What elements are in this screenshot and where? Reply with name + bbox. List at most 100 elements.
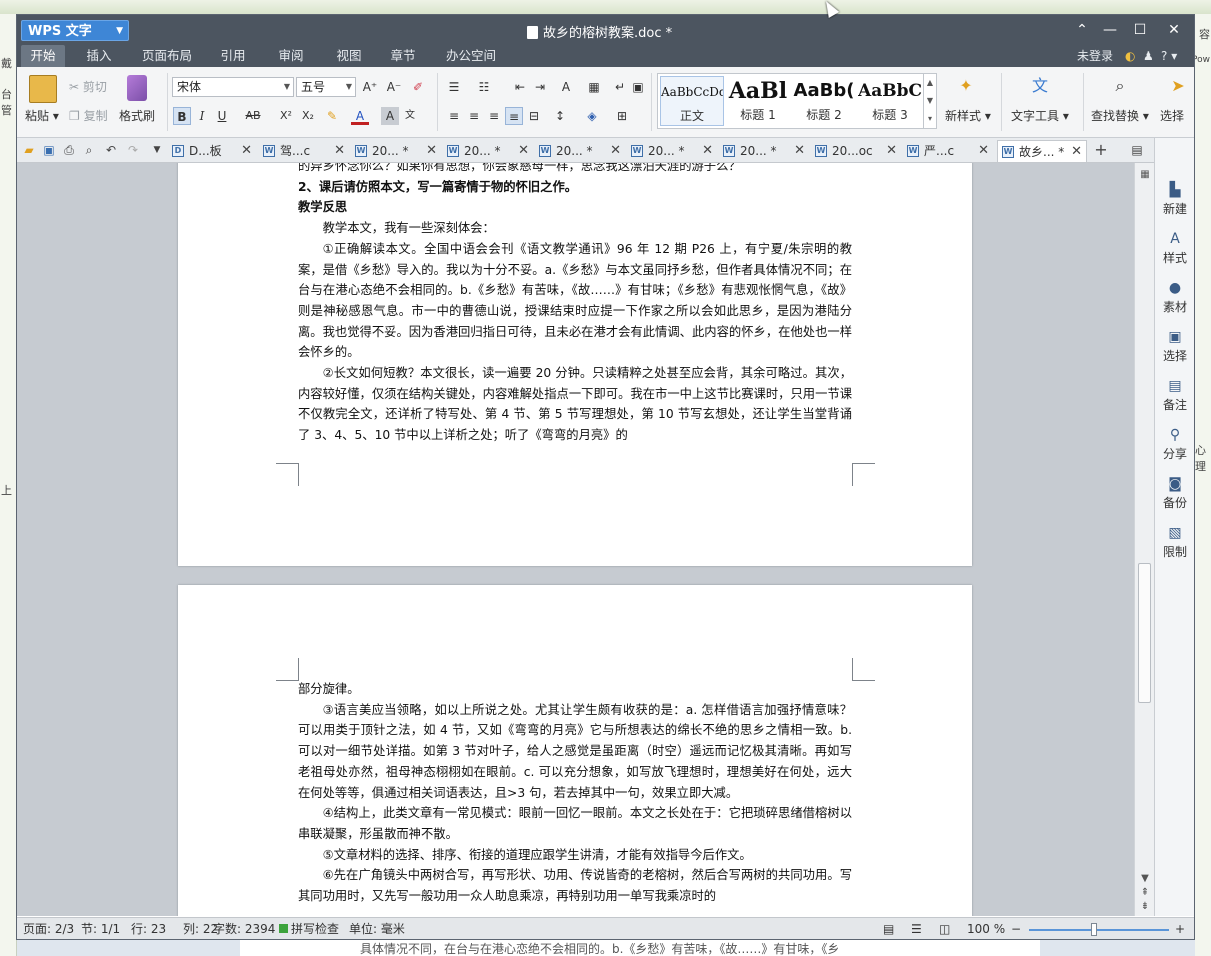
status-page[interactable]: 页面: 2/3 — [23, 921, 74, 937]
paste-icon[interactable] — [29, 75, 57, 103]
document-tab[interactable]: W 20... * ✕ — [443, 140, 533, 162]
tab-view[interactable]: 视图 — [329, 45, 369, 67]
font-size-select[interactable]: 五号 ▼ — [296, 77, 356, 97]
bold-button[interactable]: B — [173, 107, 191, 125]
close-tab-icon[interactable]: ✕ — [886, 140, 897, 162]
document-tab[interactable]: D D...板 ✕ — [168, 140, 256, 162]
paragraph[interactable]: ⑥先在广角镜头中两树合写，再写形状、功用、传说皆奇的老榕树，然后合写两树的共同功… — [298, 865, 852, 906]
tab-chapter[interactable]: 章节 — [383, 45, 423, 67]
close-tab-icon[interactable]: ✕ — [610, 140, 621, 162]
style-normal[interactable]: AaBbCcDd 正文 — [660, 76, 724, 126]
next-page-icon[interactable]: ⇟ — [1139, 901, 1151, 912]
tab-review[interactable]: 审阅 — [271, 45, 311, 67]
paragraph[interactable]: ④结构上，此类文章有一常见模式：眼前一回忆一眼前。本文之长处在于：它把琐碎思绪借… — [298, 803, 852, 844]
text-tools-icon[interactable]: 文 — [1029, 77, 1051, 95]
strikethrough-button[interactable]: AB — [241, 107, 265, 125]
italic-button[interactable]: I — [193, 107, 211, 125]
status-unit[interactable]: 单位: 毫米 — [349, 921, 405, 937]
underline-button[interactable]: U — [213, 107, 231, 125]
paragraph[interactable]: 部分旋律。 — [298, 679, 852, 700]
show-marks-button[interactable]: ↵ — [611, 78, 629, 96]
spell-check-toggle[interactable]: 拼写检查 — [279, 921, 339, 937]
style-gallery-scroll[interactable]: ▲ ▼ ▾ — [923, 74, 936, 128]
format-painter-button[interactable]: 格式刷 — [119, 107, 155, 124]
format-painter-icon[interactable] — [127, 75, 147, 101]
close-tab-icon[interactable]: ✕ — [1071, 141, 1082, 162]
find-replace-button[interactable]: 查找替换 ▾ — [1091, 107, 1149, 124]
document-page[interactable]: 的异乡怀念你么？如果你有思想，你会象慈母一样，思念我这漂泊天涯的游子么？ 2、课后… — [178, 163, 972, 566]
font-name-select[interactable]: 宋体 ▼ — [172, 77, 294, 97]
align-left-button[interactable]: ≡ — [445, 107, 463, 125]
tab-insert[interactable]: 插入 — [77, 45, 121, 67]
document-tab[interactable]: W 20... * ✕ — [351, 140, 441, 162]
customize-toolbar-icon[interactable]: ▼ — [149, 142, 165, 158]
paste-button[interactable]: 粘贴 ▾ — [25, 107, 59, 124]
style-heading-3[interactable]: AaBbC 标题 3 — [858, 76, 922, 126]
numbering-button[interactable]: ☷ — [475, 78, 493, 96]
close-button[interactable]: ✕ — [1161, 19, 1187, 41]
tab-list-icon[interactable]: ▤ — [1129, 142, 1145, 158]
undo-icon[interactable]: ↶ — [103, 142, 119, 158]
table-icon[interactable]: ▦ — [585, 78, 603, 96]
document-page[interactable]: 部分旋律。 ③语言美应当领略，如以上所说之处。尤其让学生颇有收获的是：a. 怎样借… — [178, 585, 972, 916]
cursor-select-icon[interactable]: ➤ — [1167, 77, 1189, 95]
paragraph[interactable]: 2、课后请仿照本文，写一篇寄情于物的怀旧之作。 — [298, 177, 852, 198]
vertical-scrollbar[interactable]: ▦ ▼ ⇞ ⇟ — [1134, 163, 1155, 916]
page-body-text[interactable]: 的异乡怀念你么？如果你有思想，你会象慈母一样，思念我这漂泊天涯的游子么？ 2、课后… — [298, 163, 852, 446]
binoculars-icon[interactable]: ⌕ — [1109, 77, 1131, 95]
close-tab-icon[interactable]: ✕ — [518, 140, 529, 162]
open-folder-icon[interactable]: ▰ — [21, 142, 37, 158]
page-view-icon[interactable]: ▤ — [883, 921, 894, 937]
select-button[interactable]: 选择 — [1160, 107, 1184, 124]
sidebar-item[interactable]: ◙ 备份 — [1155, 474, 1194, 511]
copy-button[interactable]: ❐ 复制 — [69, 107, 108, 124]
document-tab[interactable]: W 20... * ✕ — [627, 140, 717, 162]
align-center-button[interactable]: ≡ — [465, 107, 483, 125]
justify-button[interactable]: ≡ — [505, 107, 523, 125]
style-heading-1[interactable]: AaBl 标题 1 — [726, 76, 790, 126]
style-heading-2[interactable]: AaBb(标题 2 — [792, 76, 856, 126]
prev-page-icon[interactable]: ⇞ — [1139, 887, 1151, 898]
distribute-button[interactable]: ⊟ — [525, 107, 543, 125]
maximize-button[interactable]: ☐ — [1127, 19, 1153, 41]
align-right-button[interactable]: ≡ — [485, 107, 503, 125]
zoom-out-button[interactable]: − — [1011, 921, 1021, 937]
new-tab-button[interactable]: + — [1093, 142, 1109, 158]
skin-icon[interactable]: ◐ — [1125, 45, 1135, 67]
increase-indent-button[interactable]: ⇥ — [531, 78, 549, 96]
phonetic-guide-button[interactable]: 文 — [401, 107, 419, 125]
cut-button[interactable]: ✂ 剪切 — [69, 78, 107, 95]
sidebar-item[interactable]: ▣ 选择 — [1155, 327, 1194, 364]
shirt-icon[interactable]: ♟ — [1143, 45, 1154, 67]
superscript-button[interactable]: X² — [275, 107, 297, 125]
close-tab-icon[interactable]: ✕ — [426, 140, 437, 162]
print-preview-icon[interactable]: ⌕ — [81, 142, 97, 158]
paragraph[interactable]: 的异乡怀念你么？如果你有思想，你会象慈母一样，思念我这漂泊天涯的游子么？ — [298, 163, 852, 177]
sidebar-item[interactable]: ▤ 备注 — [1155, 376, 1194, 413]
paragraph[interactable]: 教学本文，我有一些深刻体会： — [298, 218, 852, 239]
login-link[interactable]: 未登录 — [1077, 45, 1113, 67]
redo-icon[interactable]: ↷ — [125, 142, 141, 158]
paragraph[interactable]: ①正确解读本文。全国中语会会刊《语文教学通讯》96 年 12 期 P26 上，有… — [298, 239, 852, 363]
web-view-icon[interactable]: ◫ — [939, 921, 950, 937]
tab-home[interactable]: 开始 — [21, 45, 65, 67]
decrease-indent-button[interactable]: ⇤ — [511, 78, 529, 96]
highlight-icon[interactable]: ✎ — [323, 107, 341, 125]
zoom-slider-track[interactable] — [1029, 929, 1169, 931]
text-tools-button[interactable]: 文字工具 ▾ — [1011, 107, 1069, 124]
char-shading-button[interactable]: A — [381, 107, 399, 125]
shrink-font-button[interactable]: A⁻ — [385, 78, 403, 96]
document-canvas[interactable]: 的异乡怀念你么？如果你有思想，你会象慈母一样，思念我这漂泊天涯的游子么？ 2、课后… — [17, 163, 1154, 916]
sidebar-item[interactable]: A 样式 — [1155, 229, 1194, 266]
text-box-button[interactable]: ▣ — [629, 78, 647, 96]
text-direction-button[interactable]: A — [557, 78, 575, 96]
close-tab-icon[interactable]: ✕ — [334, 140, 345, 162]
save-icon[interactable]: ▣ — [41, 142, 57, 158]
clear-format-button[interactable]: ✐ — [409, 78, 427, 96]
zoom-value[interactable]: 100 % — [967, 921, 1005, 937]
document-tab[interactable]: W 驾...c ✕ — [259, 140, 349, 162]
scroll-up-icon[interactable]: ▦ — [1139, 169, 1151, 180]
close-tab-icon[interactable]: ✕ — [978, 140, 989, 162]
zoom-slider-thumb[interactable] — [1091, 923, 1097, 936]
document-tab[interactable]: W 20...oc ✕ — [811, 140, 901, 162]
